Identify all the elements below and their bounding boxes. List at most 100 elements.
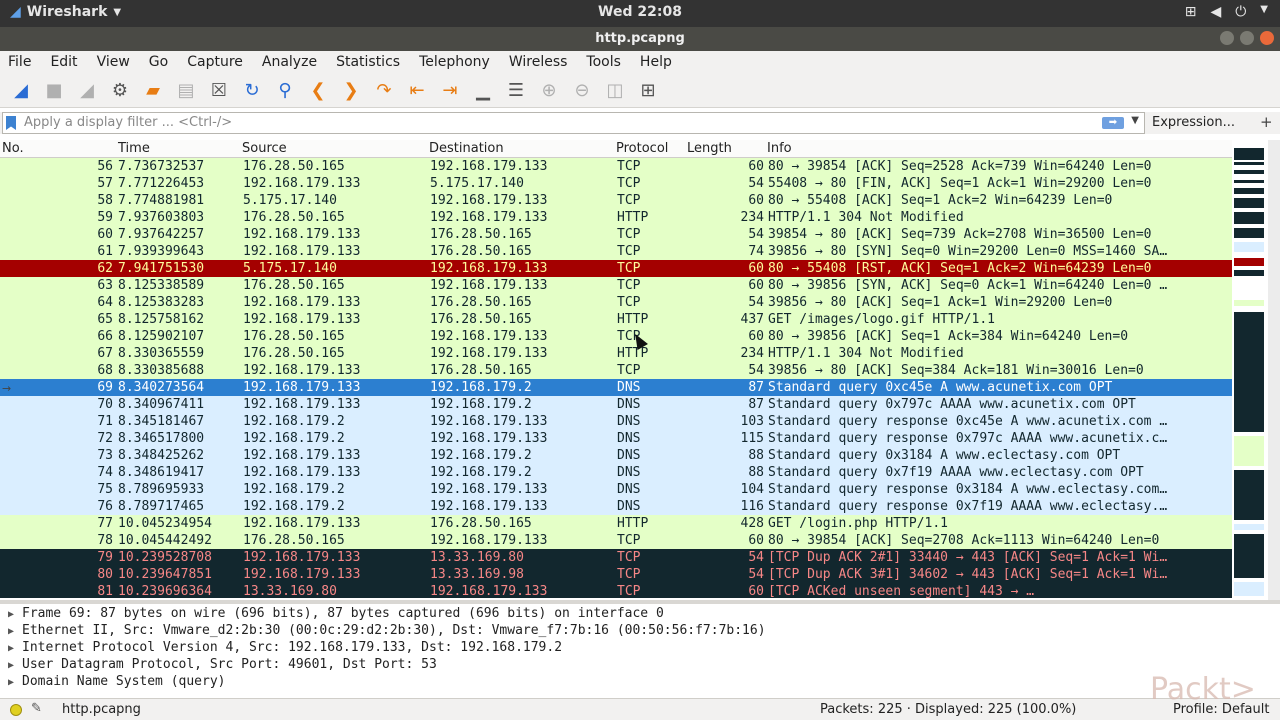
packet-row[interactable]: 74 8.348619417 192.168.179.133 192.168.179.…: [0, 464, 1232, 481]
packet-info: Standard query 0x797c AAAA www.acunetix.…: [768, 397, 1136, 412]
minimize-button[interactable]: [1220, 31, 1234, 45]
resize-columns-icon[interactable]: ⊞: [634, 78, 662, 104]
expand-arrow-icon[interactable]: ▶: [8, 606, 22, 623]
packet-row[interactable]: 67 8.330365559 176.28.50.165 192.168.179.13…: [0, 345, 1232, 362]
packet-row[interactable]: 71 8.345181467 192.168.179.2 192.168.179.13…: [0, 413, 1232, 430]
menu-file[interactable]: File: [8, 51, 31, 74]
menu-edit[interactable]: Edit: [50, 51, 77, 74]
chevron-down-icon[interactable]: ▼: [1260, 4, 1268, 20]
power-icon[interactable]: ⏻: [1235, 4, 1246, 20]
bookmark-icon[interactable]: [6, 116, 16, 130]
chevron-down-icon[interactable]: ▼: [1131, 115, 1139, 126]
menu-capture[interactable]: Capture: [187, 51, 243, 74]
go-forward-icon[interactable]: ❯: [337, 78, 365, 104]
packet-row[interactable]: 72 8.346517800 192.168.179.2 192.168.179.13…: [0, 430, 1232, 447]
maximize-button[interactable]: [1240, 31, 1254, 45]
normal-size-icon[interactable]: ◫: [601, 78, 629, 104]
menu-go[interactable]: Go: [149, 51, 168, 74]
packet-row[interactable]: 75 8.789695933 192.168.179.2 192.168.179.13…: [0, 481, 1232, 498]
packet-protocol: HTTP: [617, 516, 649, 531]
close-file-icon[interactable]: ☒: [205, 78, 233, 104]
packet-row[interactable]: 66 8.125902107 176.28.50.165 192.168.179.13…: [0, 328, 1232, 345]
detail-row-ethernet[interactable]: ▶ Ethernet II, Src: Vmware_d2:2b:30 (00:0…: [8, 622, 766, 639]
stop-capture-icon[interactable]: ■: [40, 78, 68, 104]
expression-button[interactable]: Expression...: [1152, 115, 1235, 130]
col-length[interactable]: Length: [687, 141, 732, 156]
packet-row[interactable]: 64 8.125383283 192.168.179.133 176.28.50.16…: [0, 294, 1232, 311]
go-back-icon[interactable]: ❮: [304, 78, 332, 104]
capture-options-icon[interactable]: ⚙: [106, 78, 134, 104]
packet-row[interactable]: 65 8.125758162 192.168.179.133 176.28.50.16…: [0, 311, 1232, 328]
packet-row[interactable]: 58 7.774881981 5.175.17.140 192.168.179.133…: [0, 192, 1232, 209]
expand-arrow-icon[interactable]: ▶: [8, 674, 22, 691]
detail-row-udp[interactable]: ▶ User Datagram Protocol, Src Port: 49601…: [8, 656, 437, 673]
packet-row[interactable]: 61 7.939399643 192.168.179.133 176.28.50.16…: [0, 243, 1232, 260]
packet-row[interactable]: 63 8.125338589 176.28.50.165 192.168.179.13…: [0, 277, 1232, 294]
save-file-icon[interactable]: ▤: [172, 78, 200, 104]
col-protocol[interactable]: Protocol: [616, 141, 668, 156]
packet-row[interactable]: 76 8.789717465 192.168.179.2 192.168.179.13…: [0, 498, 1232, 515]
autoscroll-icon[interactable]: ▁: [469, 78, 497, 104]
colorize-icon[interactable]: ☰: [502, 78, 530, 104]
menu-telephony[interactable]: Telephony: [419, 51, 490, 74]
packet-row[interactable]: 78 10.045442492 176.28.50.165 192.168.179.1…: [0, 532, 1232, 549]
volume-icon[interactable]: ◀: [1210, 4, 1221, 20]
expand-arrow-icon[interactable]: ▶: [8, 640, 22, 657]
packet-row[interactable]: 56 7.736732537 176.28.50.165 192.168.179.13…: [0, 158, 1232, 175]
detail-row-dns[interactable]: ▶ Domain Name System (query): [8, 673, 226, 690]
packet-row[interactable]: 69 8.340273564 192.168.179.133 192.168.179.…: [0, 379, 1232, 396]
menu-help[interactable]: Help: [640, 51, 672, 74]
menu-tools[interactable]: Tools: [586, 51, 621, 74]
network-icon[interactable]: ⊞: [1185, 4, 1197, 20]
add-filter-button[interactable]: +: [1260, 113, 1273, 131]
apply-filter-arrow-icon[interactable]: ➡: [1102, 117, 1124, 129]
packet-row[interactable]: 70 8.340967411 192.168.179.133 192.168.179.…: [0, 396, 1232, 413]
clock[interactable]: Wed 22:08: [0, 4, 1280, 20]
expand-arrow-icon[interactable]: ▶: [8, 623, 22, 640]
packet-list[interactable]: 56 7.736732537 176.28.50.165 192.168.179.13…: [0, 158, 1232, 598]
packet-protocol: DNS: [617, 499, 641, 514]
packet-row[interactable]: 79 10.239528708 192.168.179.133 13.33.169.8…: [0, 549, 1232, 566]
start-capture-icon[interactable]: ◢: [7, 78, 35, 104]
menu-view[interactable]: View: [97, 51, 130, 74]
col-destination[interactable]: Destination: [429, 141, 504, 156]
zoom-out-icon[interactable]: ⊖: [568, 78, 596, 104]
col-no[interactable]: No.: [2, 141, 24, 156]
close-button[interactable]: [1260, 31, 1274, 45]
menu-wireless[interactable]: Wireless: [509, 51, 568, 74]
zoom-in-icon[interactable]: ⊕: [535, 78, 563, 104]
detail-row-ip[interactable]: ▶ Internet Protocol Version 4, Src: 192.1…: [8, 639, 562, 656]
packet-row[interactable]: 68 8.330385688 192.168.179.133 176.28.50.16…: [0, 362, 1232, 379]
packet-row[interactable]: 62 7.941751530 5.175.17.140 192.168.179.133…: [0, 260, 1232, 277]
packet-row[interactable]: 60 7.937642257 192.168.179.133 176.28.50.16…: [0, 226, 1232, 243]
system-tray[interactable]: ⊞ ◀ ⏻ ▼: [1185, 4, 1268, 20]
packet-row[interactable]: 59 7.937603803 176.28.50.165 192.168.179.13…: [0, 209, 1232, 226]
packet-row[interactable]: 81 10.239696364 13.33.169.80 192.168.179.13…: [0, 583, 1232, 598]
display-filter-input[interactable]: Apply a display filter ... <Ctrl-/> ➡ ▼: [2, 112, 1145, 134]
packet-row[interactable]: 57 7.771226453 192.168.179.133 5.175.17.140…: [0, 175, 1232, 192]
go-to-packet-icon[interactable]: ↷: [370, 78, 398, 104]
expand-arrow-icon[interactable]: ▶: [8, 657, 22, 674]
packet-details-pane[interactable]: ▶ Frame 69: 87 bytes on wire (696 bits), …: [0, 604, 1280, 694]
restart-capture-icon[interactable]: ◢: [73, 78, 101, 104]
menu-analyze[interactable]: Analyze: [262, 51, 317, 74]
packet-number: 80: [97, 567, 113, 582]
menu-statistics[interactable]: Statistics: [336, 51, 400, 74]
packet-row[interactable]: 80 10.239647851 192.168.179.133 13.33.169.9…: [0, 566, 1232, 583]
packet-list-scrollbar[interactable]: [1268, 140, 1280, 600]
first-packet-icon[interactable]: ⇤: [403, 78, 431, 104]
open-file-icon[interactable]: ▰: [139, 78, 167, 104]
last-packet-icon[interactable]: ⇥: [436, 78, 464, 104]
detail-row-frame[interactable]: ▶ Frame 69: 87 bytes on wire (696 bits), …: [8, 605, 664, 622]
capture-comment-icon[interactable]: ✎: [31, 701, 42, 716]
col-info[interactable]: Info: [767, 141, 792, 156]
reload-icon[interactable]: ↻: [238, 78, 266, 104]
col-time[interactable]: Time: [118, 141, 150, 156]
col-source[interactable]: Source: [242, 141, 287, 156]
expert-info-icon[interactable]: [10, 704, 22, 716]
find-packet-icon[interactable]: ⚲: [271, 78, 299, 104]
packet-row[interactable]: 73 8.348425262 192.168.179.133 192.168.179.…: [0, 447, 1232, 464]
packet-row[interactable]: 77 10.045234954 192.168.179.133 176.28.50.1…: [0, 515, 1232, 532]
packet-protocol: TCP: [617, 278, 641, 293]
packet-protocol: TCP: [617, 244, 641, 259]
